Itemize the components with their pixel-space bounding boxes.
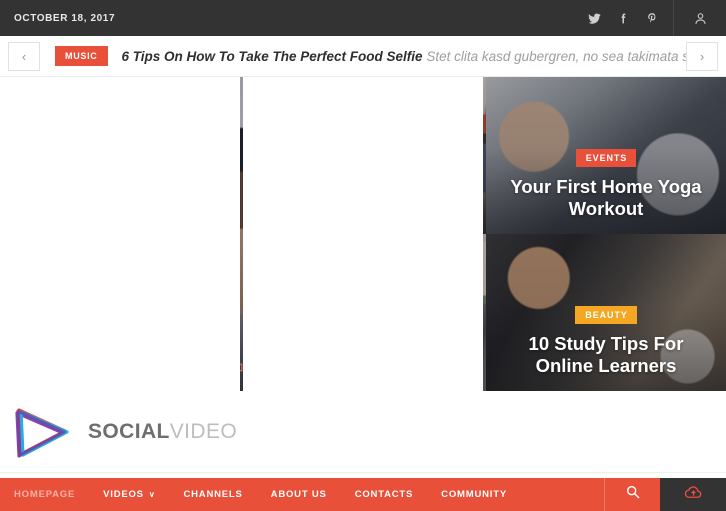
card-title[interactable]: 10 Study Tips For Online Learners [496,333,716,377]
nav-item-channels[interactable]: CHANNELS [169,478,256,511]
ticker-next-button[interactable]: › [686,41,718,71]
nav-item-label: VIDEOS [103,489,144,500]
card-caption: EVENTS Your First Home Yoga Workout [486,148,726,220]
card-caption: FASHION How To Record A Professional Vlo… [240,192,243,375]
account-icon[interactable] [674,0,726,36]
card-category-badge[interactable]: EVENTS [575,149,637,168]
nav-item-about-us[interactable]: ABOUT US [257,478,341,511]
top-bar-right [580,0,726,36]
nav-item-label: CONTACTS [354,489,414,500]
upload-button[interactable] [660,478,726,511]
page-root: OCTOBER 18, 2017 ‹ MUSIC 6 Tips On How T… [0,0,726,511]
stat-comments: 0 [240,362,243,375]
nav-item-contacts[interactable]: CONTACTS [341,478,427,511]
grid-card-yoga-workout[interactable]: EVENTS Your First Home Yoga Workout [486,77,726,234]
ticker-headline-title: 6 Tips On How To Take The Perfect Food S… [121,48,423,64]
nav-item-label: ABOUT US [270,489,327,500]
facebook-icon[interactable] [609,0,638,36]
ticker-prev-button[interactable]: ‹ [8,41,40,71]
logo-text-bold: SOCIAL [88,419,170,443]
ticker-headline[interactable]: 6 Tips On How To Take The Perfect Food S… [122,49,687,64]
pinterest-icon[interactable] [638,0,667,36]
chevron-down-icon: ∨ [148,490,156,499]
news-ticker: ‹ MUSIC 6 Tips On How To Take The Perfec… [0,36,726,77]
card-category-badge[interactable]: BEAUTY [575,306,637,325]
nav-item-label: HOMEPAGE [14,489,76,500]
grid-card-study-tips[interactable]: BEAUTY 10 Study Tips For Online Learners [486,234,726,391]
ticker-category-badge[interactable]: MUSIC [55,46,108,66]
nav-item-label: COMMUNITY [441,489,507,500]
cloud-upload-icon [684,485,703,505]
featured-grid: MUSIC 6 Tips On How To Take The Perfect … [0,77,726,391]
card-caption: BEAUTY 10 Study Tips For Online Learners [486,305,726,377]
twitter-icon[interactable] [580,0,609,36]
nav-item-homepage[interactable]: HOMEPAGE [0,478,89,511]
ticker-headline-subtitle: Stet clita kasd gubergren, no sea takima… [426,48,686,64]
grid-gutter-2 [243,77,483,391]
play-triangle-logo-icon[interactable] [8,401,74,463]
main-navigation: HOMEPAGE VIDEOS ∨ CHANNELS ABOUT US CONT… [0,478,726,511]
logo-text-light: VIDEO [169,419,238,443]
logo-bar: SOCIALVIDEO [0,391,726,473]
nav-item-label: CHANNELS [183,489,243,500]
grid-gutter-1 [0,77,240,391]
search-button[interactable] [604,478,660,511]
search-icon [625,484,641,505]
card-title[interactable]: Your First Home Yoga Workout [496,176,716,220]
top-bar: OCTOBER 18, 2017 [0,0,726,36]
social-links [580,0,673,36]
grid-card-record-vlog[interactable]: FASHION How To Record A Professional Vlo… [240,77,243,391]
logo-wordmark[interactable]: SOCIALVIDEO [88,420,237,444]
current-date: OCTOBER 18, 2017 [14,12,116,24]
nav-item-list: HOMEPAGE VIDEOS ∨ CHANNELS ABOUT US CONT… [0,478,604,511]
nav-item-community[interactable]: COMMUNITY [427,478,521,511]
nav-item-videos[interactable]: VIDEOS ∨ [89,478,169,511]
